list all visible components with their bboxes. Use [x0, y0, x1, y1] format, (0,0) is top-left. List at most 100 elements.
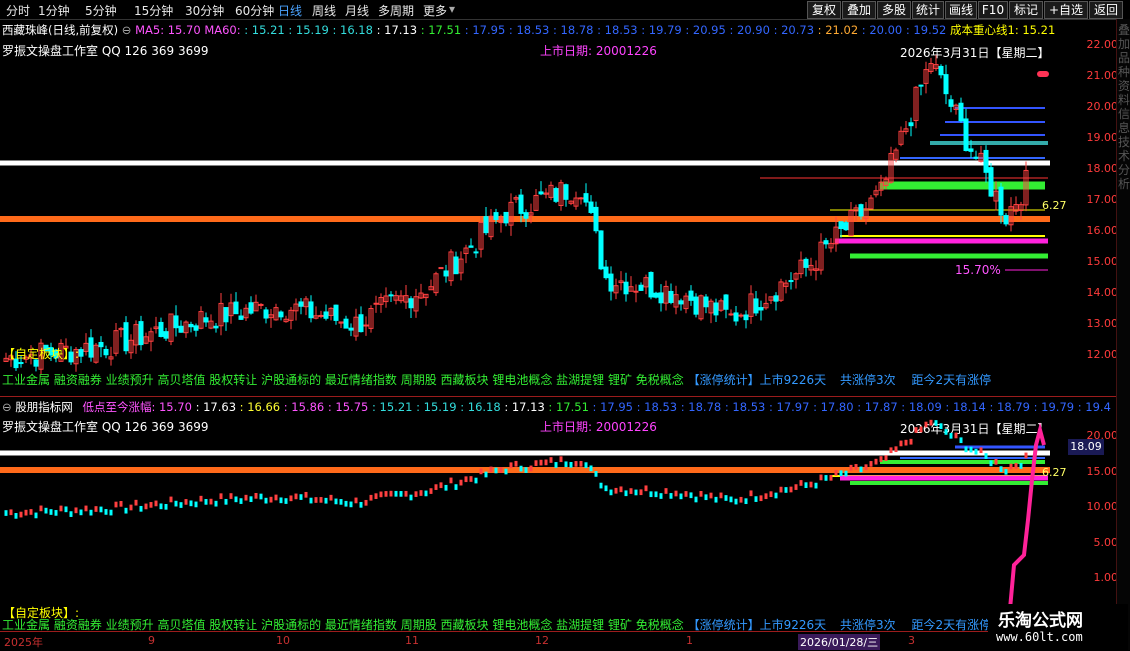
sub-bar: [774, 492, 778, 499]
sub-bar: [724, 495, 728, 501]
sub-bar: [599, 482, 603, 489]
sub-bar: [39, 505, 43, 512]
sub-bar: [149, 502, 153, 508]
sub-bar: [429, 488, 433, 494]
sub-bar: [534, 460, 538, 466]
sub-bar: [754, 496, 758, 502]
sub-bar: [314, 497, 318, 503]
sub-bar: [894, 446, 898, 453]
watermark-url: www.60lt.com: [996, 630, 1083, 644]
sub-bar: [349, 501, 353, 508]
date-label: 2025年: [4, 636, 43, 649]
sub-bar: [814, 482, 818, 489]
sub-bar: [734, 498, 738, 505]
sub-bar: [639, 489, 643, 496]
sub-bar: [959, 437, 963, 444]
sub-bar: [4, 510, 8, 516]
sub-bar: [169, 496, 173, 503]
sub-bar: [689, 492, 693, 499]
sub-bar: [919, 426, 923, 433]
sub-bar: [264, 497, 268, 504]
sub-bar: [669, 493, 673, 499]
sub-bar: [154, 500, 158, 507]
sub-bar: [344, 500, 348, 507]
sub-bar: [794, 484, 798, 490]
sub-bar: [384, 491, 388, 497]
sub-bar: [654, 491, 658, 498]
sub-bar: [664, 488, 668, 494]
sub-bar: [439, 482, 443, 489]
sub-bar: [104, 509, 108, 515]
sub-bar: [694, 496, 698, 503]
sub-bar: [329, 494, 333, 501]
watermark-name: 乐淘公式网: [998, 611, 1083, 631]
sub-bar: [14, 513, 18, 519]
sub-bar: [274, 494, 278, 501]
date-axis[interactable]: 2025年 9 10 11 12 1 2026/01/28/三 3: [0, 631, 1116, 651]
sub-bar: [509, 462, 513, 469]
sub-bar: [239, 498, 243, 504]
sub-bar: [134, 499, 138, 506]
sub-bar: [54, 510, 58, 516]
sub-bar: [1009, 463, 1013, 470]
sub-bar: [74, 507, 78, 514]
sub-bar: [379, 491, 383, 498]
sub-bar: [609, 489, 613, 496]
sub-bar: [269, 496, 273, 503]
sub-bar: [604, 485, 608, 492]
sub-bar: [1004, 468, 1008, 475]
sub-limit-recent: 距今2天有涨停: [911, 618, 992, 632]
sub-bar: [629, 488, 633, 494]
sub-bar: [324, 497, 328, 504]
sub-bar: [984, 453, 988, 459]
sub-bar: [499, 467, 503, 473]
sub-bar: [979, 447, 983, 454]
sub-bar: [284, 498, 288, 504]
axis-tick-label: 10.00: [1086, 500, 1119, 513]
sub-bar: [684, 491, 688, 497]
sub-bar: [514, 460, 518, 467]
sub-bar: [119, 500, 123, 507]
sub-bar: [679, 493, 683, 500]
sub-bar: [859, 466, 863, 473]
sub-bar: [359, 501, 363, 508]
sub-bar: [834, 469, 838, 476]
sub-indicator-chart[interactable]: [0, 0, 1116, 650]
sub-bar: [404, 490, 408, 497]
sub-bar: [319, 497, 323, 503]
sub-bar: [644, 485, 648, 492]
sub-bar: [844, 470, 848, 477]
sub-limit-stats: 【涨停统计】上市9226天: [687, 618, 827, 632]
sub-bar: [619, 486, 623, 493]
date-label: 11: [405, 634, 419, 647]
sub-bar: [824, 475, 828, 481]
sub-bar: [214, 500, 218, 507]
sub-bar: [769, 491, 773, 498]
sub-bar: [989, 460, 993, 467]
sub-bar: [739, 496, 743, 503]
sub-bar: [1024, 452, 1028, 459]
sub-bar: [744, 498, 748, 505]
sub-bar: [114, 501, 118, 508]
sub-bar: [484, 471, 488, 478]
sub-bar: [109, 509, 113, 516]
sub-bar: [409, 494, 413, 501]
sub-bar: [479, 468, 483, 475]
sub-bar: [634, 489, 638, 496]
sub-bar: [129, 504, 133, 511]
date-label: 12: [535, 634, 549, 647]
sub-bar: [29, 509, 33, 515]
sub-bar: [764, 493, 768, 500]
sub-bar: [474, 477, 478, 484]
sub-bar: [59, 505, 63, 512]
sub-bar: [729, 496, 733, 503]
sub-bar: [424, 490, 428, 497]
sub-bar: [369, 494, 373, 501]
sub-bar: [339, 499, 343, 505]
sub-bar: [969, 446, 973, 453]
sub-bar: [219, 493, 223, 500]
right-sidebar[interactable]: 叠加品种资料信息技术分析: [1116, 19, 1130, 650]
sub-bar: [209, 498, 213, 505]
sub-bar: [524, 467, 528, 473]
axis-tick-label: 1.00: [1093, 571, 1119, 584]
